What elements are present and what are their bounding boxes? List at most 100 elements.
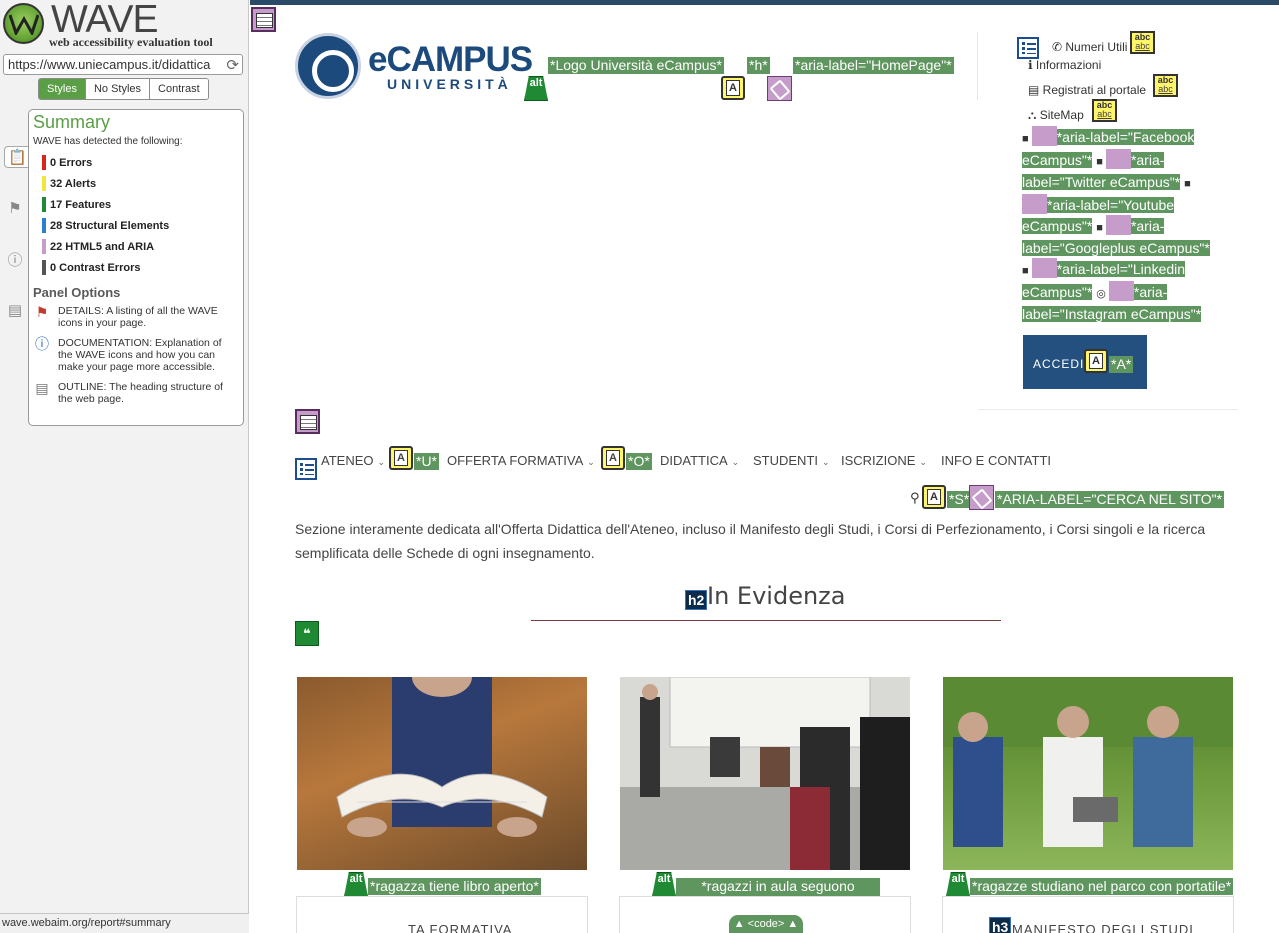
summary-title: Summary (33, 112, 111, 132)
aria-homepage-label: *aria-label="HomePage"* (793, 57, 954, 74)
code-toggle-button[interactable]: ▲ <code> ▲ (729, 915, 803, 933)
documentation-info-icon[interactable]: ⓘ (4, 248, 26, 270)
aria-label-icon (1108, 281, 1134, 301)
logo-alt-label: *Logo Università eCampus* (548, 57, 724, 74)
details-flag-icon[interactable]: ⚑ (4, 197, 26, 219)
nav-offerta-formativa[interactable]: OFFERTA FORMATIVA ⌄ (447, 453, 595, 468)
sitemap-icon: ⛬ (1028, 108, 1040, 122)
search-icon[interactable]: ⚲ (910, 490, 920, 506)
linkedin-icon[interactable]: ■ (1022, 265, 1032, 277)
accesskey-icon: A (721, 76, 745, 100)
card-title-1[interactable]: TA FORMATIVA (408, 922, 512, 933)
nav-ateneo[interactable]: ATENEO ⌄ (321, 453, 385, 468)
card-alt-park: *ragazze studiano nel parco con portatil… (970, 878, 1234, 895)
nav-iscrizione[interactable]: ISCRIZIONE ⌄ (841, 453, 927, 468)
abc-icon: abc abc (1092, 99, 1117, 122)
util-link-numeri[interactable]: ✆ Numeri Utili (1052, 40, 1127, 54)
card-image-park[interactable] (943, 677, 1233, 870)
h3-icon: h3 (989, 917, 1012, 933)
panel-switcher: 📋 ⚑ ⓘ ▤ (4, 146, 30, 350)
chevron-down-icon: ⌄ (919, 457, 927, 467)
aria-label-icon (1031, 258, 1057, 278)
page-content: eCAMPUS UNIVERSITÀ alt *Logo Università … (250, 0, 1279, 933)
nav-list-icon (295, 458, 317, 480)
card-image-book[interactable] (297, 677, 587, 870)
summary-clipboard-icon[interactable]: 📋 (4, 146, 30, 168)
summary-panel: Summary WAVE has detected the following:… (28, 109, 244, 426)
detected-text: WAVE has detected the following: (33, 136, 183, 147)
youtube-icon[interactable]: ■ (1184, 178, 1191, 190)
accedi-a-label: *A* (1109, 356, 1134, 373)
twitter-icon[interactable]: ■ (1096, 156, 1106, 168)
aria-label-icon (1105, 215, 1131, 235)
aria-label-icon (767, 76, 792, 101)
ecampus-logo-icon[interactable] (295, 33, 361, 99)
logo-subtitle: UNIVERSITÀ (387, 76, 512, 92)
search-aria-label: *ARIA-LABEL="CERCA NEL SITO"* (995, 491, 1225, 508)
accesskey-icon: A (389, 446, 413, 470)
url-text: https://www.uniecampus.it/didattica (8, 57, 211, 72)
googleplus-icon[interactable]: ■ (1096, 222, 1106, 234)
section-underline (531, 620, 1001, 621)
count-structural: 28 Structural Elements (42, 215, 239, 236)
info-icon: ⓘ (35, 336, 49, 352)
tab-contrast[interactable]: Contrast (149, 79, 208, 99)
facebook-icon[interactable]: ■ (1022, 133, 1032, 145)
alt-icon: alt (344, 872, 368, 897)
wave-sidebar: WAVE web accessibility evaluation tool h… (0, 0, 249, 933)
abc-icon: abc abc (1130, 31, 1155, 54)
option-outline[interactable]: ▤ OUTLINE: The heading structure of the … (33, 381, 239, 405)
card-alt-book: *ragazza tiene libro aperto* (368, 878, 541, 895)
blockquote-icon: ❝ (295, 621, 319, 646)
util-link-informazioni[interactable]: ℹ Informazioni (1028, 58, 1101, 72)
aria-label-icon (969, 485, 994, 510)
refresh-icon[interactable]: ⟳ (226, 56, 239, 74)
nav-didattica[interactable]: DIDATTICA ⌄ (660, 453, 739, 468)
alt-icon: alt (946, 872, 970, 897)
id-card-icon: ▤ (1028, 83, 1043, 97)
tab-styles[interactable]: Styles (39, 79, 85, 99)
header-structure-icon (251, 7, 276, 32)
social-links: ■ *aria-label="Facebook eCampus"* ■ *ari… (1022, 126, 1218, 324)
header-divider (977, 32, 978, 100)
nav-info-contatti[interactable]: INFO E CONTATTI (941, 453, 1051, 468)
chevron-down-icon: ⌄ (731, 457, 740, 467)
chevron-down-icon: ⌄ (377, 457, 386, 467)
instagram-icon[interactable]: ◎ (1096, 288, 1109, 300)
wave-title: WAVE (51, 0, 159, 41)
view-tabs: Styles No Styles Contrast (38, 78, 209, 100)
nav-u-label: *U* (414, 453, 440, 470)
logo-wordmark[interactable]: eCAMPUS (368, 40, 533, 80)
nav-structure-icon (295, 409, 320, 434)
card-image-classroom[interactable] (620, 677, 910, 870)
flag-icon: ⚑ (35, 304, 49, 320)
count-aria: 22 HTML5 and ARIA (42, 236, 239, 257)
phone-icon: ✆ (1052, 40, 1066, 54)
wave-subtitle: web accessibility evaluation tool (49, 35, 213, 49)
aria-label-icon (1022, 194, 1047, 214)
util-link-sitemap[interactable]: ⛬ SiteMap (1028, 108, 1084, 123)
count-alerts: 32 Alerts (42, 173, 239, 194)
aria-label-icon (1105, 149, 1131, 169)
nav-studenti[interactable]: STUDENTI ⌄ (753, 453, 830, 468)
card-title-3[interactable]: MANIFESTO DEGLI STUDI (1012, 922, 1194, 933)
util-link-registrati[interactable]: ▤ Registrati al portale (1028, 83, 1146, 97)
count-errors: 0 Errors (42, 152, 239, 173)
option-details[interactable]: ⚑ DETAILS: A listing of all the WAVE ico… (33, 305, 239, 329)
accesskey-icon: A (1084, 349, 1108, 373)
nav-o-label: *O* (626, 453, 652, 470)
wave-logo-icon (3, 3, 44, 44)
count-features: 17 Features (42, 194, 239, 215)
accesskey-icon: A (922, 485, 946, 509)
status-bar: wave.webaim.org/report#summary (0, 913, 249, 933)
aria-label-icon (1031, 126, 1057, 146)
chevron-down-icon: ⌄ (822, 457, 830, 467)
tab-no-styles[interactable]: No Styles (84, 79, 150, 99)
chevron-down-icon: ⌄ (587, 457, 595, 467)
accesskey-icon: A (601, 446, 625, 470)
outline-document-icon[interactable]: ▤ (4, 299, 26, 321)
abc-icon: abc abc (1153, 74, 1178, 97)
info-icon: ℹ (1028, 58, 1036, 72)
option-documentation[interactable]: ⓘ DOCUMENTATION: Explanation of the WAVE… (33, 337, 239, 373)
url-input[interactable]: https://www.uniecampus.it/didattica ⟳ (3, 54, 243, 75)
